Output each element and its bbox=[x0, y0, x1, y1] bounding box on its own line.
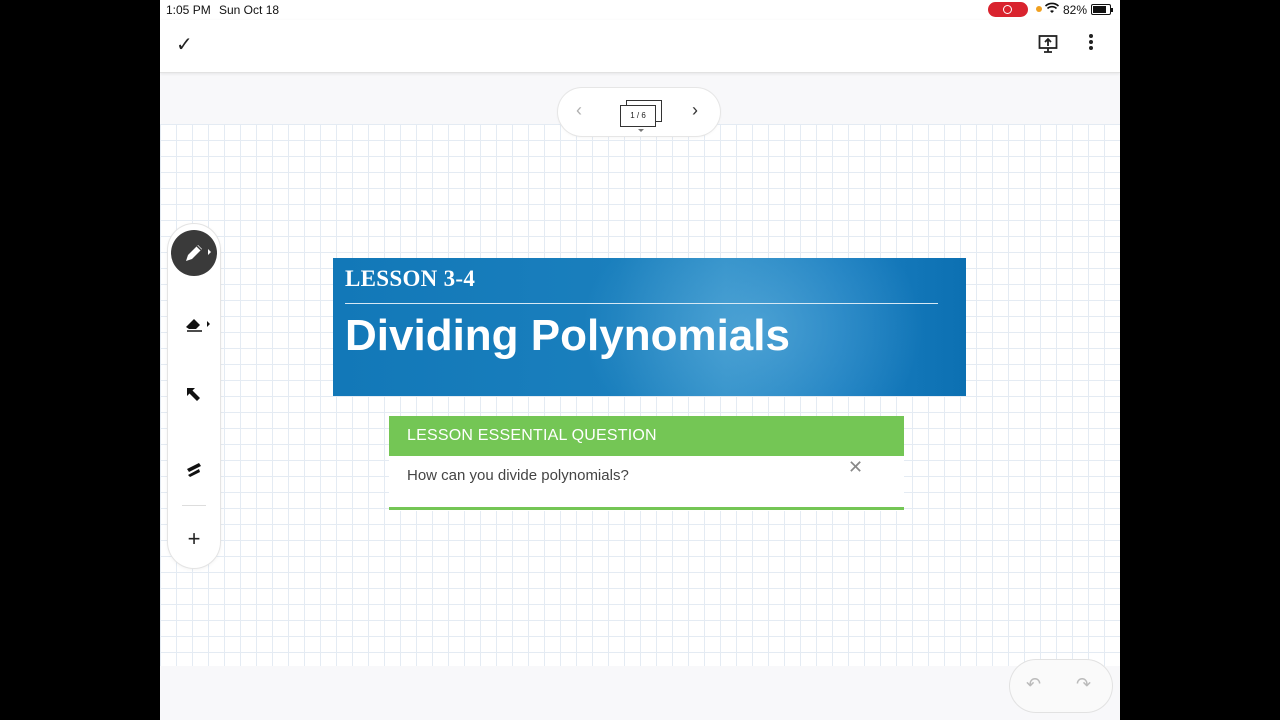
status-date: Sun Oct 18 bbox=[219, 3, 280, 17]
redo-icon[interactable]: ↷ bbox=[1076, 674, 1091, 695]
screen-recording-icon[interactable] bbox=[988, 2, 1028, 17]
pen-tool-button[interactable] bbox=[168, 227, 220, 276]
checkmark-icon[interactable]: ✓ bbox=[176, 32, 193, 57]
top-bar: ✓ bbox=[160, 20, 1120, 73]
eraser-icon bbox=[186, 319, 202, 332]
undo-redo-controls: ↶ ↷ bbox=[1010, 660, 1112, 712]
select-arrow-icon bbox=[187, 388, 200, 401]
page-navigator: ‹ 1 / 6 › bbox=[558, 88, 720, 136]
caret-down-icon bbox=[638, 129, 644, 132]
eraser-tool-button[interactable] bbox=[168, 301, 220, 345]
pen-icon bbox=[186, 245, 202, 261]
lesson-header-banner: LESSON 3-4 Dividing Polynomials bbox=[333, 258, 966, 396]
lesson-title: Dividing Polynomials bbox=[345, 311, 790, 360]
essential-question-text: How can you divide polynomials? bbox=[407, 467, 629, 484]
page-indicator: 1 / 6 bbox=[620, 105, 656, 127]
tool-options-caret-icon bbox=[208, 249, 211, 255]
battery-icon bbox=[1091, 4, 1113, 15]
page-overview-button[interactable]: 1 / 6 bbox=[620, 100, 662, 127]
essential-question-card: LESSON ESSENTIAL QUESTION ✕ How can you … bbox=[389, 416, 904, 511]
chevron-right-icon[interactable]: › bbox=[692, 100, 698, 121]
laser-tool-button[interactable] bbox=[168, 448, 220, 492]
plus-icon[interactable]: + bbox=[168, 526, 220, 556]
essential-question-label: LESSON ESSENTIAL QUESTION bbox=[407, 427, 657, 444]
more-vertical-icon[interactable] bbox=[1088, 32, 1094, 57]
drawing-toolbar: + bbox=[168, 224, 220, 568]
chevron-left-icon[interactable]: ‹ bbox=[576, 100, 582, 121]
microphone-indicator-icon bbox=[1036, 6, 1042, 12]
tool-options-caret-icon bbox=[207, 321, 210, 327]
status-time: 1:05 PM bbox=[166, 3, 211, 17]
wifi-icon bbox=[1044, 2, 1060, 17]
undo-icon[interactable]: ↶ bbox=[1026, 674, 1041, 695]
essential-question-underline bbox=[389, 507, 904, 510]
laser-pointer-icon bbox=[187, 463, 201, 477]
status-bar: 1:05 PM Sun Oct 18 82% bbox=[160, 0, 1120, 20]
tablet-screen: 1:05 PM Sun Oct 18 82% ✓ ‹ 1 / 6 › + LES… bbox=[160, 0, 1120, 720]
toolbar-divider bbox=[182, 505, 206, 506]
battery-percent: 82% bbox=[1063, 3, 1088, 17]
header-divider bbox=[345, 303, 938, 304]
select-tool-button[interactable] bbox=[168, 373, 220, 417]
present-screen-icon[interactable] bbox=[1038, 34, 1058, 59]
close-icon[interactable]: ✕ bbox=[848, 457, 863, 478]
lesson-number: LESSON 3-4 bbox=[345, 266, 476, 291]
